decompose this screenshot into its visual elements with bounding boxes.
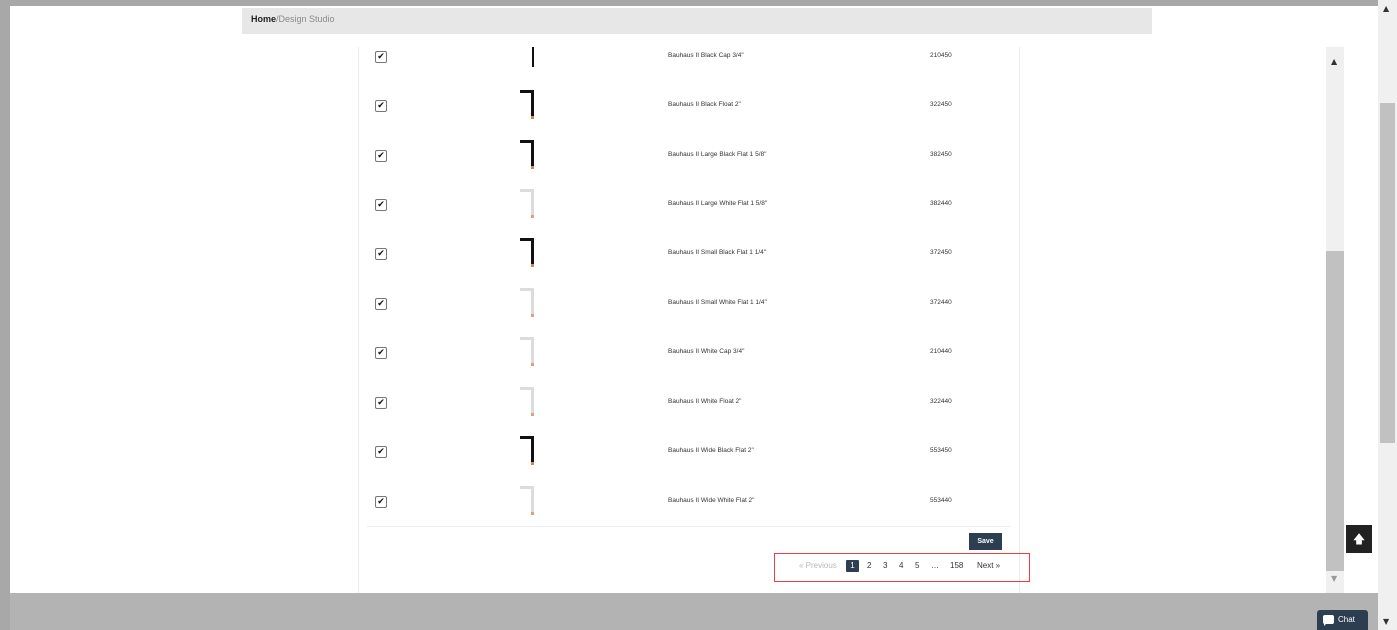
product-name: Bauhaus II Small White Flat 1 1/4" [668, 299, 767, 306]
footer-bar [10, 593, 1378, 630]
row-checkbox[interactable]: ✔ [375, 51, 387, 63]
row-checkbox[interactable]: ✔ [375, 248, 387, 260]
window-frame-top [0, 0, 1378, 6]
table-row: ✔ Bauhaus II White Float 2" 322440 [359, 377, 1019, 427]
row-checkbox[interactable]: ✔ [375, 199, 387, 211]
product-sku: 553450 [930, 447, 952, 454]
pagination-ellipsis: … [931, 561, 939, 570]
product-sku: 210440 [930, 348, 952, 355]
row-checkbox[interactable]: ✔ [375, 496, 387, 508]
row-checkbox[interactable]: ✔ [375, 100, 387, 112]
product-name: Bauhaus II Wide Black Flat 2" [668, 447, 754, 454]
pagination-page-4[interactable]: 4 [899, 560, 903, 572]
product-name: Bauhaus II White Float 2" [668, 398, 742, 405]
table-row: ✔ Bauhaus II White Cap 3/4" 210440 [359, 327, 1019, 377]
frame-thumbnail-image [532, 47, 534, 67]
pagination-page-last[interactable]: 158 [950, 560, 963, 572]
frame-thumbnail-image [520, 387, 534, 416]
product-sku: 210450 [930, 52, 952, 59]
panel-scrollbar-thumb[interactable] [1326, 251, 1344, 571]
pagination-page-5[interactable]: 5 [915, 560, 919, 572]
product-sku: 322440 [930, 398, 952, 405]
table-row: ✔ Bauhaus II Large White Flat 1 5/8" 38244… [359, 179, 1019, 229]
page-scrollbar-thumb[interactable] [1380, 103, 1395, 443]
breadcrumb-home-link[interactable]: Home [251, 14, 276, 24]
product-table-panel: ✔ Bauhaus II Black Cap 3/4" 210450 ✔ Bauhaus… [358, 47, 1020, 593]
row-checkbox[interactable]: ✔ [375, 397, 387, 409]
product-name: Bauhaus II White Cap 3/4" [668, 348, 745, 355]
save-button[interactable]: Save [969, 533, 1002, 550]
row-checkbox[interactable]: ✔ [375, 298, 387, 310]
product-sku: 382450 [930, 151, 952, 158]
product-name: Bauhaus II Large White Flat 1 5/8" [668, 200, 768, 207]
page-scroll-up-arrow-icon[interactable]: ▲ [1383, 4, 1389, 13]
product-sku: 372450 [930, 249, 952, 256]
frame-thumbnail-image [520, 436, 534, 465]
frame-thumbnail-image [520, 288, 534, 317]
pagination-next[interactable]: Next » [977, 560, 1000, 572]
chat-button[interactable]: Chat [1317, 610, 1368, 630]
product-name: Bauhaus II Black Cap 3/4" [668, 52, 744, 59]
window-frame-left [0, 0, 10, 630]
frame-thumbnail-image [520, 189, 534, 218]
table-row: ✔ Bauhaus II Wide White Flat 2" 553440 [359, 476, 1019, 526]
table-row: ✔ Bauhaus II Small Black Flat 1 1/4" 37245… [359, 228, 1019, 278]
product-sku: 553440 [930, 497, 952, 504]
chat-label: Chat [1338, 615, 1355, 624]
product-name: Bauhaus II Small Black Flat 1 1/4" [668, 249, 767, 256]
product-sku: 322450 [930, 101, 952, 108]
table-bottom-divider [367, 526, 1011, 527]
frame-thumbnail-image [520, 238, 534, 267]
row-checkbox[interactable]: ✔ [375, 446, 387, 458]
frame-thumbnail-image [520, 486, 534, 515]
table-row: ✔ Bauhaus II Wide Black Flat 2" 553450 [359, 426, 1019, 476]
table-row: ✔ Bauhaus II Large Black Flat 1 5/8" 38245… [359, 130, 1019, 180]
table-row: ✔ Bauhaus II Black Cap 3/4" 210450 [359, 31, 1019, 81]
pagination-page-3[interactable]: 3 [883, 560, 887, 572]
page-scroll-down-arrow-icon[interactable]: ▼ [1383, 617, 1389, 626]
row-checkbox[interactable]: ✔ [375, 150, 387, 162]
scroll-down-arrow-icon[interactable]: ▼ [1331, 574, 1337, 583]
product-sku: 372440 [930, 299, 952, 306]
frame-thumbnail-image [520, 140, 534, 169]
frame-thumbnail-image [520, 90, 534, 119]
frame-thumbnail-image [520, 337, 534, 366]
pagination-page-1[interactable]: 1 [846, 560, 859, 572]
pagination-page-2[interactable]: 2 [867, 560, 871, 572]
product-sku: 382440 [930, 200, 952, 207]
table-row: ✔ Bauhaus II Black Float 2" 322450 [359, 80, 1019, 130]
arrow-up-icon: 🡅 [1352, 532, 1366, 546]
product-name: Bauhaus II Black Float 2" [668, 101, 741, 108]
scroll-up-arrow-icon[interactable]: ▲ [1331, 57, 1337, 66]
breadcrumb-current: Design Studio [278, 14, 335, 24]
pagination-previous[interactable]: « Previous [799, 560, 837, 572]
table-row: ✔ Bauhaus II Small White Flat 1 1/4" 37244… [359, 278, 1019, 328]
row-checkbox[interactable]: ✔ [375, 347, 387, 359]
chat-bubble-icon [1323, 615, 1334, 626]
product-name: Bauhaus II Large Black Flat 1 5/8" [668, 151, 767, 158]
product-name: Bauhaus II Wide White Flat 2" [668, 497, 755, 504]
back-to-top-button[interactable]: 🡅 [1346, 525, 1372, 553]
